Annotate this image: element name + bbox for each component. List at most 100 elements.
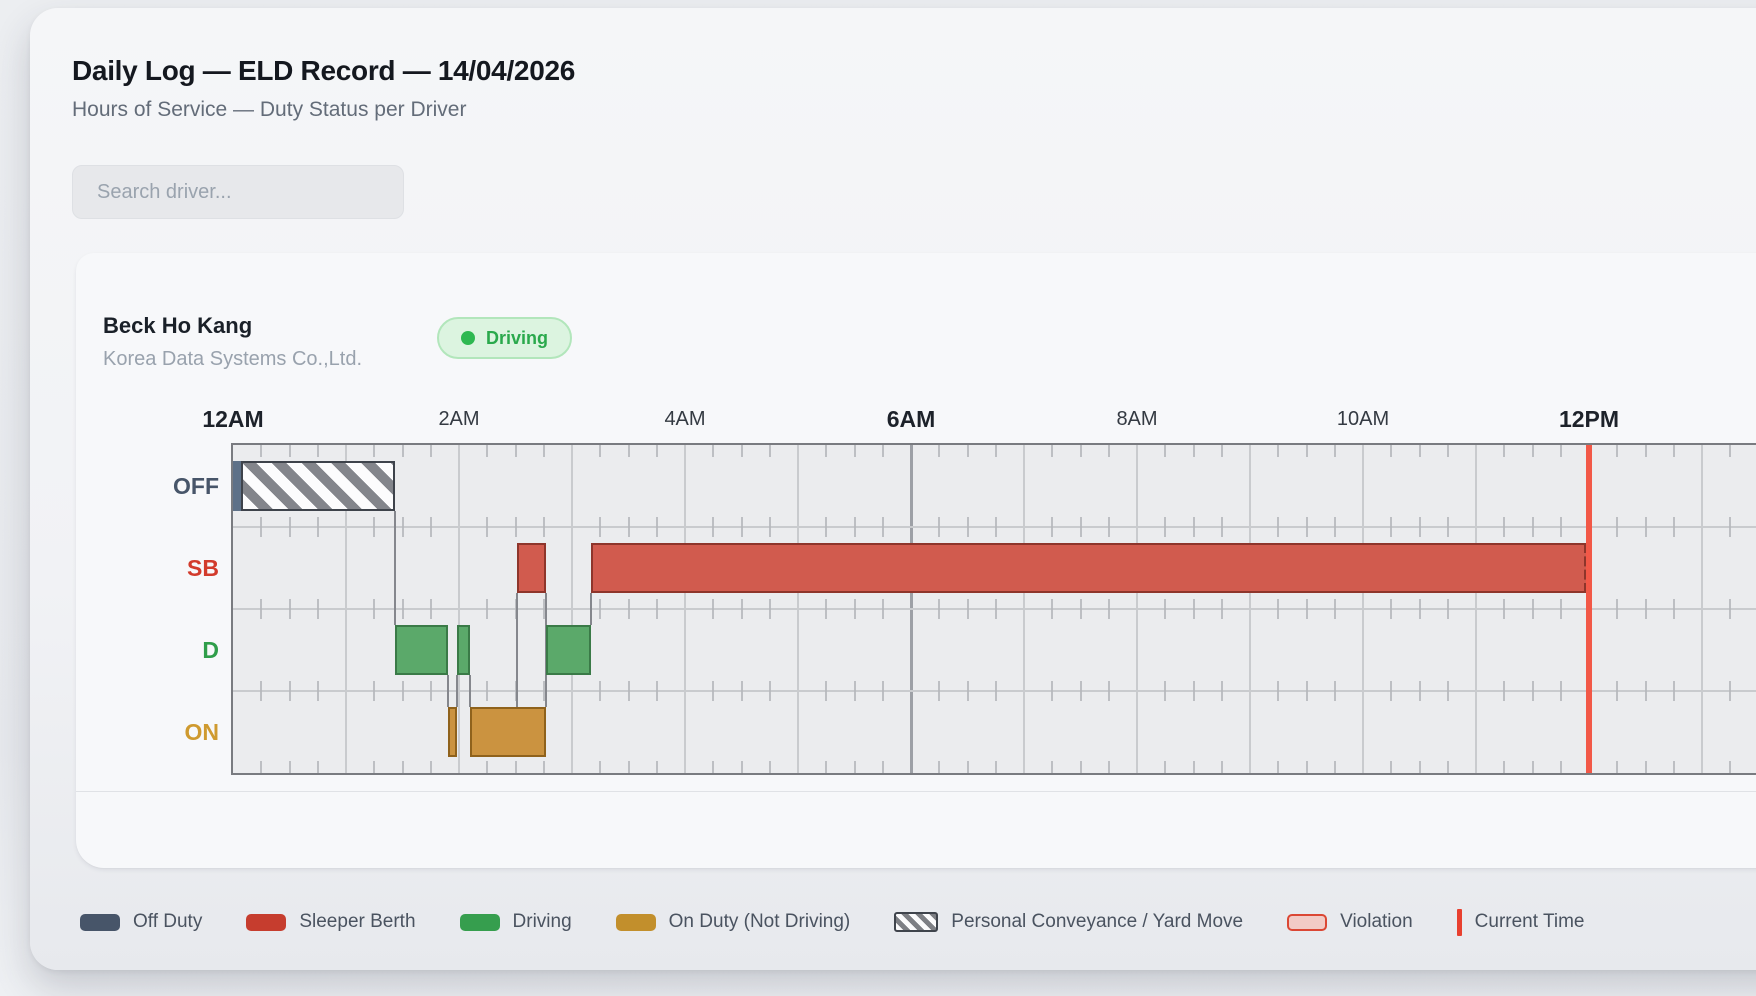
quarter-hour-tick: [599, 681, 601, 701]
quarter-hour-tick: [1673, 761, 1675, 773]
duty-segment-d[interactable]: [457, 625, 470, 675]
quarter-hour-tick: [289, 517, 291, 537]
duty-segment-on[interactable]: [448, 707, 457, 757]
quarter-hour-tick: [543, 761, 545, 773]
quarter-hour-tick: [656, 681, 658, 701]
quarter-hour-tick: [741, 517, 743, 537]
quarter-hour-tick: [1221, 681, 1223, 701]
quarter-hour-tick: [1164, 761, 1166, 773]
quarter-hour-tick: [289, 599, 291, 619]
quarter-hour-tick: [628, 599, 630, 619]
row-label-d: D: [89, 634, 219, 666]
quarter-hour-tick: [486, 599, 488, 619]
quarter-hour-tick: [1080, 517, 1082, 537]
quarter-hour-tick: [1503, 761, 1505, 773]
quarter-hour-tick: [289, 761, 291, 773]
segment-connector: [469, 675, 471, 707]
segment-connector: [590, 593, 592, 625]
quarter-hour-tick: [402, 681, 404, 701]
quarter-hour-tick: [373, 599, 375, 619]
quarter-hour-tick: [1419, 445, 1421, 457]
quarter-hour-tick: [515, 517, 517, 537]
quarter-hour-tick: [1390, 599, 1392, 619]
quarter-hour-tick: [1419, 517, 1421, 537]
quarter-hour-tick: [628, 681, 630, 701]
quarter-hour-tick: [1645, 445, 1647, 457]
quarter-hour-tick: [1306, 517, 1308, 537]
quarter-hour-tick: [1051, 445, 1053, 457]
quarter-hour-tick: [1616, 761, 1618, 773]
duty-segment-d[interactable]: [546, 625, 591, 675]
quarter-hour-tick: [712, 445, 714, 457]
quarter-hour-tick: [402, 599, 404, 619]
quarter-hour-tick: [1306, 761, 1308, 773]
quarter-hour-tick: [1164, 681, 1166, 701]
quarter-hour-tick: [317, 681, 319, 701]
duty-segment-d[interactable]: [395, 625, 448, 675]
legend-item-3: On Duty (Not Driving): [616, 911, 851, 933]
quarter-hour-tick: [599, 599, 601, 619]
quarter-hour-tick: [1503, 445, 1505, 457]
quarter-hour-tick: [1051, 761, 1053, 773]
quarter-hour-tick: [1334, 445, 1336, 457]
quarter-hour-tick: [1616, 445, 1618, 457]
row-label-off: OFF: [89, 470, 219, 502]
quarter-hour-tick: [1334, 517, 1336, 537]
legend-label: Driving: [513, 911, 572, 933]
card-divider: [76, 791, 1756, 792]
quarter-hour-tick: [599, 445, 601, 457]
current-time-bar-icon: [1457, 909, 1462, 936]
segment-connector: [394, 511, 396, 625]
quarter-hour-tick: [1221, 761, 1223, 773]
quarter-hour-tick: [1503, 517, 1505, 537]
time-label-4am: 4AM: [664, 403, 705, 435]
quarter-hour-tick: [1447, 445, 1449, 457]
quarter-hour-tick: [741, 599, 743, 619]
quarter-hour-tick: [628, 517, 630, 537]
quarter-hour-tick: [995, 445, 997, 457]
duty-segment-off[interactable]: [233, 461, 241, 511]
quarter-hour-tick: [712, 681, 714, 701]
quarter-hour-tick: [1390, 681, 1392, 701]
quarter-hour-tick: [260, 445, 262, 457]
driver-company: Korea Data Systems Co.,Ltd.: [103, 348, 362, 371]
quarter-hour-tick: [1193, 599, 1195, 619]
quarter-hour-tick: [741, 445, 743, 457]
quarter-hour-tick: [882, 761, 884, 773]
duty-segment-sb[interactable]: [591, 543, 1589, 593]
quarter-hour-tick: [825, 517, 827, 537]
quarter-hour-tick: [486, 445, 488, 457]
quarter-hour-tick: [430, 599, 432, 619]
driver-card: Beck Ho Kang Korea Data Systems Co.,Ltd.…: [76, 253, 1756, 868]
quarter-hour-tick: [1193, 681, 1195, 701]
time-label-12am: 12AM: [202, 403, 263, 435]
quarter-hour-tick: [260, 517, 262, 537]
quarter-hour-tick: [373, 517, 375, 537]
quarter-hour-tick: [769, 517, 771, 537]
quarter-hour-tick: [769, 681, 771, 701]
quarter-hour-tick: [882, 445, 884, 457]
quarter-hour-tick: [1051, 681, 1053, 701]
legend-item-1: Sleeper Berth: [246, 911, 415, 933]
quarter-hour-tick: [1532, 445, 1534, 457]
duty-segment-sb[interactable]: [517, 543, 545, 593]
legend-label: Sleeper Berth: [299, 911, 415, 933]
legend-swatch-icon: [460, 914, 500, 931]
duty-segment-on[interactable]: [470, 707, 545, 757]
personal-conveyance-segment[interactable]: [241, 461, 395, 511]
quarter-hour-tick: [628, 445, 630, 457]
quarter-hour-tick: [854, 761, 856, 773]
quarter-hour-tick: [289, 445, 291, 457]
quarter-hour-tick: [599, 517, 601, 537]
quarter-hour-tick: [430, 681, 432, 701]
duty-status-grid[interactable]: [231, 443, 1756, 775]
quarter-hour-tick: [1532, 517, 1534, 537]
quarter-hour-tick: [1334, 681, 1336, 701]
quarter-hour-tick: [289, 681, 291, 701]
driver-name: Beck Ho Kang: [103, 313, 252, 339]
search-driver-input[interactable]: [72, 165, 404, 219]
quarter-hour-tick: [1616, 681, 1618, 701]
legend-label: Violation: [1340, 911, 1413, 933]
quarter-hour-tick: [938, 681, 940, 701]
quarter-hour-tick: [1164, 517, 1166, 537]
